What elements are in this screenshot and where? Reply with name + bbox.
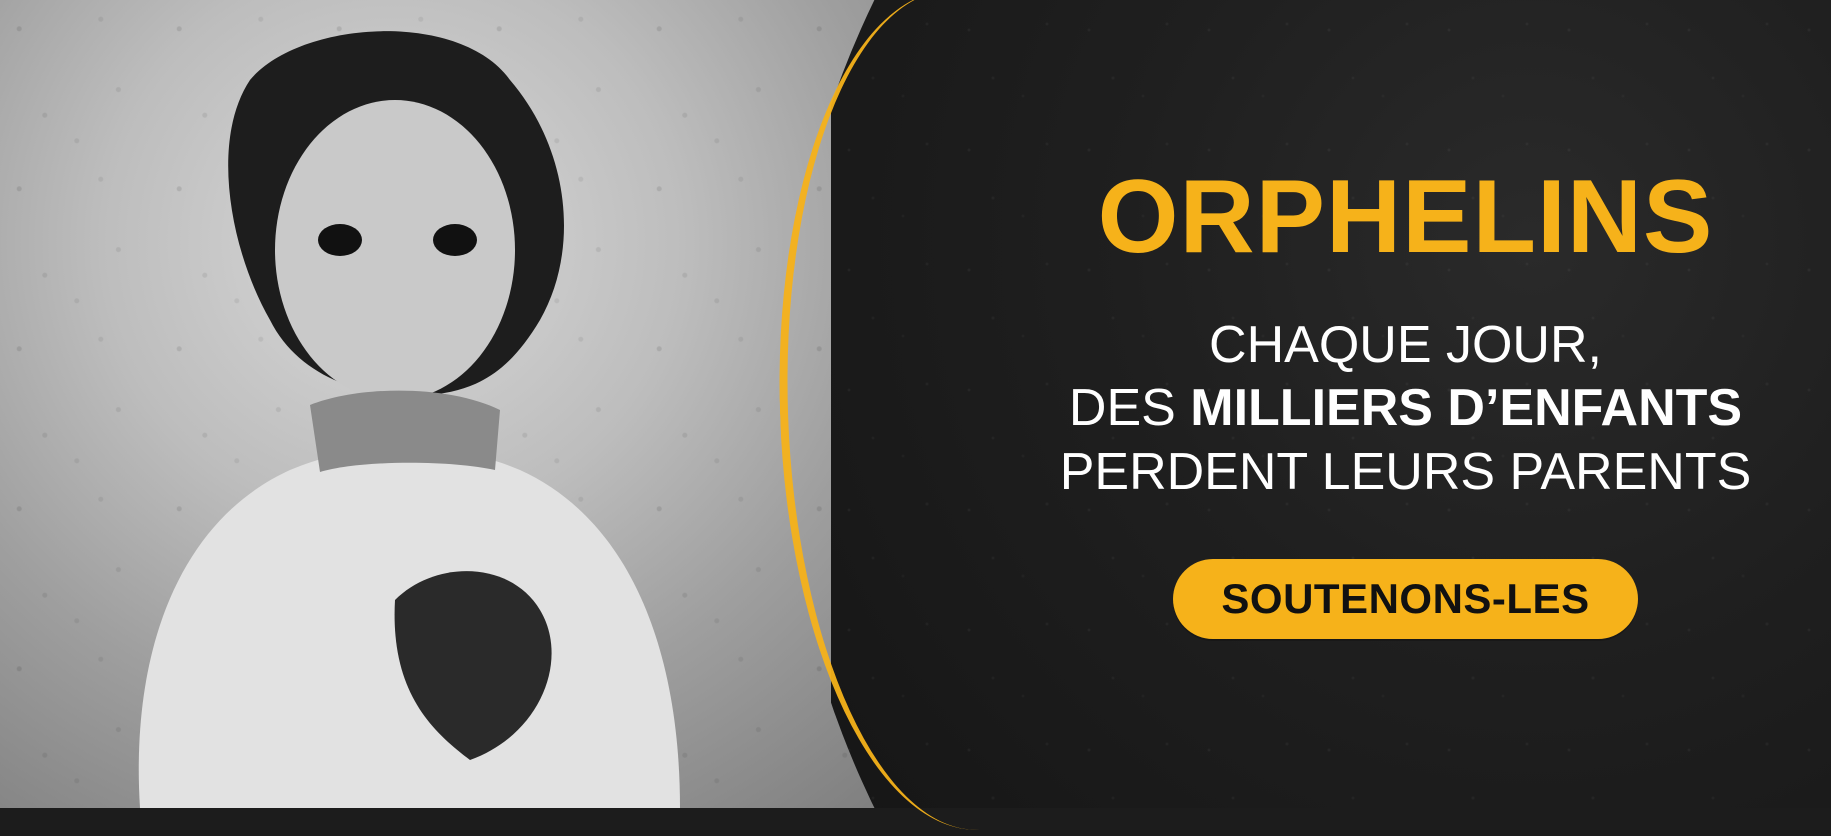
- banner-content: ORPHELINS CHAQUE JOUR, DES MILLIERS D’EN…: [980, 0, 1831, 808]
- banner-message: CHAQUE JOUR, DES MILLIERS D’ENFANTS PERD…: [1036, 314, 1776, 504]
- message-line-2-emphasis: MILLIERS D’ENFANTS: [1190, 379, 1743, 438]
- child-silhouette: [138, 31, 680, 808]
- support-button[interactable]: SOUTENONS-LES: [1173, 559, 1638, 640]
- banner-title: ORPHELINS: [1097, 159, 1714, 275]
- eye-left: [318, 224, 362, 256]
- face-shape: [275, 100, 515, 400]
- message-line-3: PERDENT LEURS PARENTS: [1059, 442, 1752, 501]
- message-line-1: CHAQUE JOUR,: [1209, 316, 1602, 374]
- message-line-2: DES MILLIERS D’ENFANTS: [1036, 377, 1776, 440]
- message-line-2-prefix: DES: [1068, 379, 1191, 438]
- eye-right: [433, 224, 477, 256]
- scarf-shape: [310, 390, 500, 472]
